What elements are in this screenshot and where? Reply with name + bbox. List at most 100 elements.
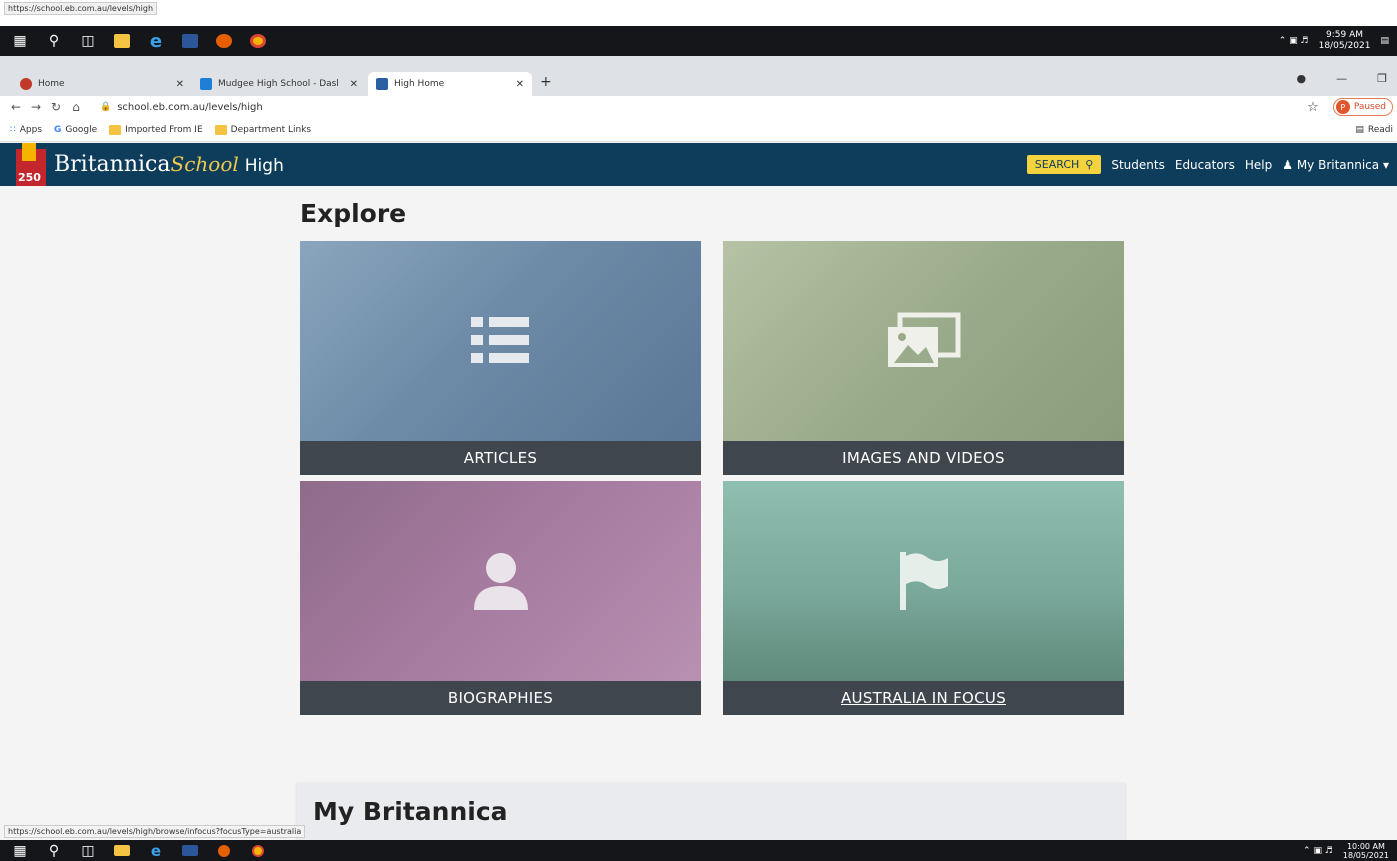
user-icon: ♟: [1282, 157, 1293, 172]
bookmarks-bar: ∷ Apps G Google Imported From IE Departm…: [0, 118, 1397, 142]
reading-list[interactable]: ▤ Readi: [1355, 125, 1397, 135]
firefox-icon[interactable]: [210, 840, 238, 861]
top-url-text: https://school.eb.com.au/levels/high: [4, 2, 158, 15]
brand-level: High: [244, 156, 284, 176]
card-label: BIOGRAPHIES: [300, 681, 701, 715]
clock[interactable]: 9:59 AM 18/05/2021: [1319, 30, 1371, 52]
profile-dot-icon[interactable]: ●: [1297, 72, 1307, 85]
flag-icon: [899, 552, 948, 610]
back-icon[interactable]: ←: [6, 100, 26, 114]
bookmark-label: Google: [65, 124, 98, 135]
site-header: 250 BritannicaSchool High SEARCH ⚲ Studen…: [0, 143, 1397, 186]
nav-my-britannica[interactable]: ♟ My Britannica ▾: [1282, 158, 1389, 172]
bookmark-label: Department Links: [230, 124, 312, 135]
nav-educators[interactable]: Educators: [1175, 158, 1235, 172]
my-britannica-label: My Britannica: [1296, 157, 1380, 172]
minimize-icon[interactable]: —: [1336, 72, 1347, 85]
bookmark-imported-from-ie[interactable]: Imported From IE: [109, 124, 203, 135]
card-australia-in-focus[interactable]: AUSTRALIA IN FOCUS: [723, 481, 1124, 715]
clock-time: 9:59 AM: [1326, 30, 1364, 40]
taskbar-bottom: ▦ ⚲ ◫ e ⌃ ▣ ♬ 10:00 AM 18/05/2021: [0, 840, 1397, 861]
tab-home[interactable]: Home ✕: [12, 72, 192, 96]
close-tab-icon[interactable]: ✕: [176, 79, 184, 90]
word-icon[interactable]: [176, 840, 204, 861]
card-images-and-videos[interactable]: IMAGES AND VIDEOS: [723, 241, 1124, 475]
card-label: ARTICLES: [300, 441, 701, 475]
windows-start-icon[interactable]: ▦: [6, 26, 34, 56]
url-field[interactable]: 🔒 school.eb.com.au/levels/high: [100, 102, 263, 113]
dashboard-favicon-icon: [200, 78, 212, 90]
new-tab-button[interactable]: +: [540, 74, 552, 90]
nav-students[interactable]: Students: [1111, 158, 1165, 172]
task-view-icon[interactable]: ◫: [74, 26, 102, 56]
reload-icon[interactable]: ↻: [46, 100, 66, 114]
search-icon[interactable]: ⚲: [40, 840, 68, 861]
search-label: SEARCH: [1034, 158, 1080, 171]
close-tab-icon[interactable]: ✕: [350, 79, 358, 90]
word-icon[interactable]: [176, 26, 204, 56]
clock-date: 18/05/2021: [1342, 850, 1389, 860]
card-articles[interactable]: ARTICLES: [300, 241, 701, 475]
address-bar: ← → ↻ ⌂ 🔒 school.eb.com.au/levels/high ☆…: [0, 96, 1397, 118]
list-icon: [470, 317, 529, 363]
explore-title: Explore: [300, 199, 407, 228]
my-britannica-section: My Britannica: [297, 783, 1125, 843]
windows-start-icon[interactable]: ▦: [6, 840, 34, 861]
card-biographies[interactable]: BIOGRAPHIES: [300, 481, 701, 715]
tab-title: Home: [38, 79, 65, 89]
system-tray-icons[interactable]: ⌃ ▣ ♬: [1303, 846, 1333, 856]
clock-time: 10:00 AM: [1346, 841, 1385, 851]
internet-explorer-icon[interactable]: e: [142, 840, 170, 861]
person-icon: [473, 553, 528, 610]
close-tab-icon[interactable]: ✕: [516, 79, 524, 90]
profile-status: Paused: [1353, 102, 1386, 112]
reading-list-label: Readi: [1367, 124, 1393, 135]
taskbar-top: ▦ ⚲ ◫ e ⌃ ▣ ♬ 9:59 AM 18/05/2021 ▤: [0, 26, 1397, 56]
tab-mudgee-dashboard[interactable]: Mudgee High School - Dashboar ✕: [192, 72, 366, 96]
card-label: AUSTRALIA IN FOCUS: [723, 681, 1124, 715]
firefox-icon[interactable]: [210, 26, 238, 56]
bookmark-department-links[interactable]: Department Links: [214, 124, 312, 135]
tab-title: Mudgee High School - Dashboar: [218, 79, 338, 89]
caret-down-icon: ▾: [1382, 157, 1389, 172]
notification-icon[interactable]: ▤: [1380, 36, 1389, 46]
home-icon[interactable]: ⌂: [66, 100, 86, 114]
tab-high-home[interactable]: High Home ✕: [368, 72, 532, 96]
google-icon: G: [54, 124, 62, 135]
card-label: IMAGES AND VIDEOS: [723, 441, 1124, 475]
nav-help[interactable]: Help: [1245, 158, 1272, 172]
bookmark-label: Apps: [19, 124, 43, 135]
bookmark-google[interactable]: G Google: [54, 125, 97, 135]
profile-button[interactable]: P Paused: [1332, 98, 1393, 116]
chrome-icon[interactable]: [244, 840, 272, 861]
chrome-icon[interactable]: [244, 26, 272, 56]
bookmark-apps[interactable]: ∷ Apps: [10, 125, 42, 135]
reading-list-icon: ▤: [1355, 124, 1364, 135]
file-explorer-icon[interactable]: [108, 26, 136, 56]
search-icon[interactable]: ⚲: [40, 26, 68, 56]
top-url-tooltip: https://school.eb.com.au/levels/high: [0, 0, 1397, 26]
bookmark-star-icon[interactable]: ☆: [1307, 100, 1319, 115]
restore-icon[interactable]: ❐: [1377, 72, 1387, 85]
brand-main: Britannica: [54, 152, 171, 177]
system-tray-icons[interactable]: ⌃ ▣ ♬: [1279, 36, 1309, 46]
forward-icon[interactable]: →: [26, 100, 46, 114]
magnifier-icon: ⚲: [1085, 158, 1094, 171]
browser-tabstrip: Home ✕ Mudgee High School - Dashboar ✕ H…: [0, 56, 1397, 96]
task-view-icon[interactable]: ◫: [74, 840, 102, 861]
tab-title: High Home: [394, 79, 445, 89]
logo-number: 250: [18, 171, 41, 184]
file-explorer-icon[interactable]: [108, 840, 136, 861]
britannica-250-logo[interactable]: 250: [16, 143, 46, 186]
search-button[interactable]: SEARCH ⚲: [1026, 155, 1102, 174]
lock-icon: 🔒: [100, 102, 112, 112]
folder-icon: [214, 124, 227, 135]
brand-school: School: [170, 152, 239, 176]
bookmark-label: Imported From IE: [125, 124, 203, 135]
site-brand[interactable]: BritannicaSchool High: [54, 152, 284, 177]
media-icon: [887, 312, 960, 367]
url-text: school.eb.com.au/levels/high: [117, 101, 263, 113]
folder-icon: [109, 124, 122, 135]
internet-explorer-icon[interactable]: e: [142, 26, 170, 56]
clock[interactable]: 10:00 AM 18/05/2021: [1343, 842, 1389, 860]
